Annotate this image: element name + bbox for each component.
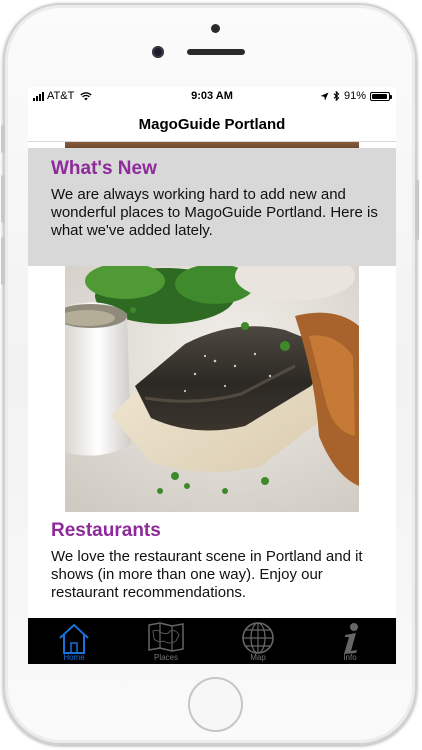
bluetooth-icon: [333, 91, 340, 101]
front-camera: [152, 46, 164, 58]
mute-switch: [1, 125, 5, 153]
restaurants-title: Restaurants: [51, 520, 161, 541]
food-photo-image: [65, 266, 359, 512]
tab-places-label: Places: [153, 653, 178, 662]
app-screen: AT&T 9:03 AM 91% MagoGuide Portland What…: [28, 87, 396, 664]
home-hardware-button[interactable]: [188, 677, 243, 732]
volume-down-button: [1, 237, 5, 285]
restaurants-description: We love the restaurant scene in Portland…: [51, 548, 363, 601]
location-arrow-icon: [320, 92, 329, 100]
battery-percent: 91%: [343, 90, 366, 102]
whats-new-section[interactable]: What's New We are always working hard to…: [28, 148, 396, 266]
restaurants-photo[interactable]: [65, 266, 359, 512]
tab-info-label: Info: [343, 653, 357, 662]
power-button: [415, 180, 419, 240]
status-right: 91%: [320, 90, 392, 102]
whats-new-title: What's New: [51, 158, 157, 179]
tab-places[interactable]: Places: [120, 618, 212, 664]
navigation-bar: MagoGuide Portland: [28, 105, 396, 142]
earpiece-speaker: [187, 49, 245, 55]
globe-icon: [242, 622, 274, 654]
content-scroll[interactable]: What's New We are always working hard to…: [28, 142, 396, 618]
proximity-sensor: [211, 24, 220, 33]
volume-up-button: [1, 175, 5, 223]
tab-info[interactable]: Info: [304, 618, 396, 664]
battery-tip: [390, 94, 392, 99]
tab-home[interactable]: Home: [28, 618, 120, 664]
status-bar: AT&T 9:03 AM 91%: [28, 87, 396, 105]
tab-map-label: Map: [250, 653, 266, 662]
battery-level: [372, 93, 387, 99]
tab-map[interactable]: Map: [212, 618, 304, 664]
tab-home-label: Home: [63, 653, 85, 662]
battery-icon: [370, 91, 392, 101]
whats-new-description: We are always working hard to add new an…: [51, 186, 378, 239]
page-title: MagoGuide Portland: [138, 116, 286, 133]
tab-bar: Home Places Map Info: [28, 618, 396, 664]
info-icon: [344, 623, 358, 654]
map-pages-icon: [148, 622, 184, 652]
home-icon: [59, 623, 89, 654]
